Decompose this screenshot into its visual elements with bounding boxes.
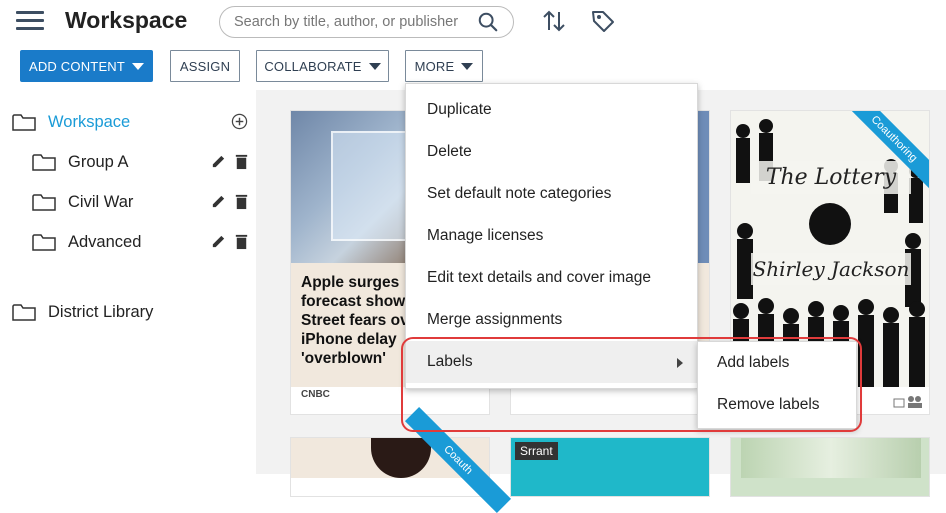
tag-icon[interactable] [590, 8, 616, 34]
content-card[interactable]: Coauth [290, 406, 512, 513]
menu-item-duplicate[interactable]: Duplicate [406, 89, 697, 131]
cover-title: The Lottery [751, 161, 911, 194]
sidebar-item-label: Group A [68, 152, 129, 171]
add-content-label: ADD CONTENT [28, 58, 126, 74]
search-icon[interactable] [477, 11, 499, 33]
add-folder-icon[interactable] [231, 113, 248, 130]
trash-icon[interactable] [233, 233, 250, 250]
sidebar-item-label: Advanced [68, 232, 142, 251]
assign-button[interactable]: ASSIGN [170, 50, 240, 82]
more-menu: Duplicate Delete Set default note catego… [405, 83, 698, 389]
labels-submenu: Add labels Remove labels [697, 341, 857, 429]
card-source: CNBC [301, 389, 330, 400]
assign-label: ASSIGN [179, 58, 231, 74]
folder-icon [32, 234, 56, 251]
chevron-down-icon [132, 62, 145, 70]
collaborate-label: COLLABORATE [264, 58, 362, 74]
trash-icon[interactable] [233, 193, 250, 210]
submenu-item-remove-labels[interactable]: Remove labels [698, 384, 856, 426]
row-actions [210, 153, 250, 171]
menu-item-label: Labels [427, 353, 473, 370]
sidebar-item-label: District Library [48, 302, 154, 321]
hamburger-icon[interactable] [16, 11, 44, 31]
sidebar-divider [256, 90, 270, 474]
menu-item-manage-licenses[interactable]: Manage licenses [406, 215, 697, 257]
edit-icon[interactable] [210, 193, 227, 210]
content-card[interactable] [730, 437, 930, 497]
menu-item-labels[interactable]: Labels [406, 341, 697, 383]
card-cover-image [741, 438, 921, 478]
sidebar-item-advanced[interactable]: Advanced [32, 230, 141, 254]
edit-icon[interactable] [210, 233, 227, 250]
folder-icon [32, 154, 56, 171]
menu-item-edit-details[interactable]: Edit text details and cover image [406, 257, 697, 299]
content-card[interactable]: Srrant [510, 437, 710, 497]
sort-icon[interactable] [541, 8, 567, 34]
sidebar-item-district-library[interactable]: District Library [12, 300, 153, 324]
collaborate-button[interactable]: COLLABORATE [256, 50, 389, 82]
submenu-item-add-labels[interactable]: Add labels [698, 342, 856, 384]
more-label: MORE [414, 58, 455, 74]
chevron-down-icon [368, 62, 381, 70]
sidebar [0, 90, 256, 474]
search-input[interactable] [234, 13, 469, 31]
sidebar-item-civil-war[interactable]: Civil War [32, 190, 133, 214]
folder-icon [32, 194, 56, 211]
trash-icon[interactable] [233, 153, 250, 170]
toolbar: ADD CONTENT ASSIGN COLLABORATE MORE [0, 48, 946, 82]
row-actions [210, 233, 250, 251]
search-box[interactable] [219, 6, 514, 38]
top-bar: Workspace [0, 0, 946, 44]
more-button[interactable]: MORE [405, 50, 483, 82]
sidebar-item-label: Civil War [68, 192, 134, 211]
row-actions [210, 193, 250, 211]
card-headline: Apple surges forecast show Street fears … [301, 274, 409, 367]
card-tag: Srrant [515, 442, 558, 460]
cover-author: Shirley Jackson [751, 253, 911, 285]
group-icon [893, 396, 922, 408]
menu-item-note-categories[interactable]: Set default note categories [406, 173, 697, 215]
folder-icon [12, 304, 36, 321]
add-content-button[interactable]: ADD CONTENT [20, 50, 153, 82]
sidebar-item-workspace[interactable]: Workspace [12, 110, 130, 134]
page-title: Workspace [65, 7, 188, 33]
folder-icon [12, 114, 36, 131]
cover-ball [809, 203, 851, 245]
sidebar-item-group-a[interactable]: Group A [32, 150, 129, 174]
chevron-down-icon [461, 62, 474, 70]
sidebar-item-label: Workspace [48, 112, 131, 131]
menu-item-merge-assignments[interactable]: Merge assignments [406, 299, 697, 341]
chevron-right-icon [677, 358, 683, 368]
edit-icon[interactable] [210, 153, 227, 170]
menu-item-delete[interactable]: Delete [406, 131, 697, 173]
